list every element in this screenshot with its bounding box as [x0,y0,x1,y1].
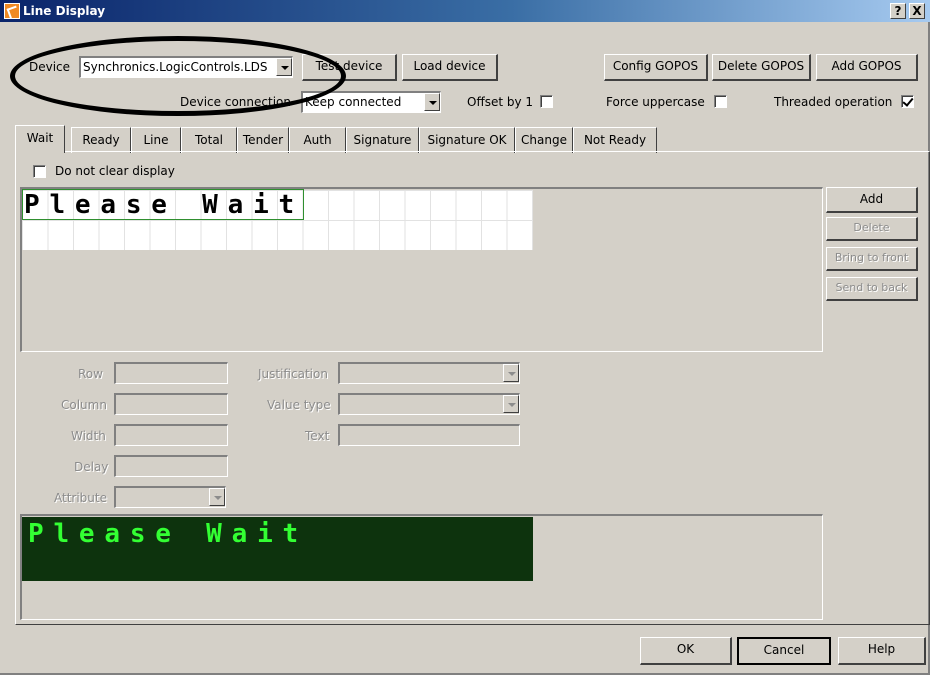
offset-label: Offset by 1 [467,95,534,109]
text-field[interactable] [338,424,520,446]
chevron-down-icon[interactable] [503,395,519,413]
do-not-clear-checkbox[interactable] [33,165,46,178]
tab-signature[interactable]: Signature [346,127,419,153]
window-title: Line Display [23,4,106,18]
delay-label: Delay [74,460,109,474]
offset-checkbox[interactable] [540,95,553,108]
tab-line[interactable]: Line [131,127,181,153]
tab-tender[interactable]: Tender [237,127,289,153]
tab-change[interactable]: Change [515,127,573,153]
delay-field[interactable] [114,455,228,477]
chevron-down-icon[interactable] [503,364,519,382]
title-bar[interactable]: Line Display ? X [0,0,930,22]
force-uppercase-checkbox[interactable] [714,95,727,108]
send-to-back-button[interactable]: Send to back [826,277,918,301]
justification-label: Justification [258,367,328,381]
add-item-button[interactable]: Add [826,187,918,213]
row-field[interactable] [114,362,228,384]
tab-wait[interactable]: Wait [15,125,65,153]
chevron-down-icon[interactable] [424,93,440,111]
tab-not-ready[interactable]: Not Ready [573,127,657,153]
row-label: Row [78,367,103,381]
selected-item-outline [22,189,304,220]
tab-ready[interactable]: Ready [71,127,131,153]
ok-button[interactable]: OK [640,637,732,665]
value-type-select[interactable] [338,393,520,415]
bring-to-front-button[interactable]: Bring to front [826,247,918,271]
add-gopos-button[interactable]: Add GOPOS [816,54,918,81]
help-title-button[interactable]: ? [890,3,906,19]
attribute-select[interactable] [114,486,226,508]
tab-auth[interactable]: Auth [289,127,346,153]
line-display-window: Line Display ? X Device Synchronics.Logi… [0,0,930,675]
width-label: Width [71,429,106,443]
delete-gopos-button[interactable]: Delete GOPOS [712,54,811,81]
preview-text: Please Wait [28,519,308,549]
app-icon [4,3,20,19]
tab-total[interactable]: Total [181,127,237,153]
load-device-button[interactable]: Load device [402,54,498,81]
config-gopos-button[interactable]: Config GOPOS [604,54,708,81]
close-title-button[interactable]: X [909,3,925,19]
column-label: Column [61,398,107,412]
text-label: Text [305,429,330,443]
help-button[interactable]: Help [838,637,926,665]
force-uppercase-label: Force uppercase [606,95,705,109]
width-field[interactable] [114,424,228,446]
delete-item-button[interactable]: Delete [826,217,918,241]
attribute-label: Attribute [54,491,107,505]
cancel-button[interactable]: Cancel [737,637,831,665]
tab-signature-ok[interactable]: Signature OK [419,127,515,153]
threaded-operation-label: Threaded operation [774,95,893,109]
do-not-clear-label: Do not clear display [55,164,175,178]
chevron-down-icon[interactable] [209,488,225,506]
threaded-operation-checkbox[interactable] [901,95,914,108]
justification-select[interactable] [338,362,520,384]
value-type-label: Value type [267,398,331,412]
annotation-ellipse [10,36,346,116]
column-field[interactable] [114,393,228,415]
